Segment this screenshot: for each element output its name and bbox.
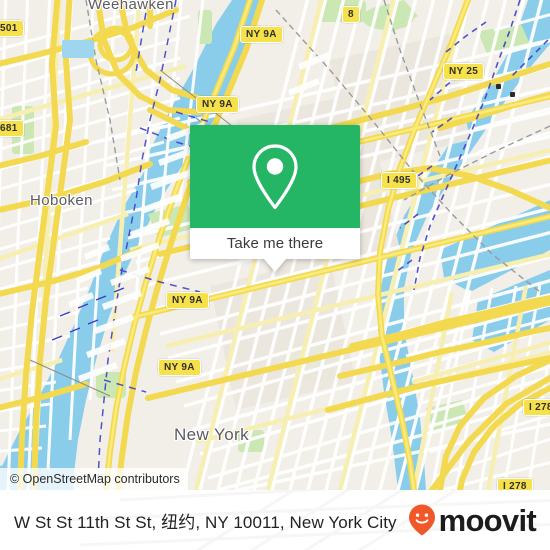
place-label-hoboken: Hoboken — [30, 192, 93, 209]
route-shield-ny-8: 8 — [342, 6, 360, 23]
route-shield-ny-9a-1: NY 9A — [240, 26, 283, 43]
map-pin-icon — [252, 143, 298, 209]
osm-attribution-text: © OpenStreetMap contributors — [10, 472, 180, 486]
popup-image-area — [190, 125, 360, 228]
location-popup[interactable]: Take me there — [190, 125, 360, 272]
route-shield-nj-501: 501 — [0, 20, 24, 37]
route-shield-i-278-1: I 278 — [523, 399, 550, 416]
place-label-new-york: New York — [174, 425, 250, 444]
map-canvas[interactable]: Weehawken Hoboken New York 501 681 NY 9A… — [0, 0, 550, 490]
moovit-wordmark: moovit — [438, 502, 537, 538]
moovit-logo[interactable]: moovit — [406, 502, 537, 538]
route-shield-ny-9a-3: NY 9A — [166, 292, 209, 309]
footer-bar: W St St 11th St St, 纽约, NY 10011, New Yo… — [0, 490, 550, 550]
popup-tail — [264, 259, 286, 272]
moovit-pin-smiley-icon — [408, 504, 435, 536]
place-label-weehawken: Weehawken — [88, 0, 174, 13]
route-shield-ny-9a-2: NY 9A — [196, 96, 239, 113]
take-me-there-label: Take me there — [226, 235, 324, 252]
route-shield-ny-25: NY 25 — [443, 63, 485, 80]
take-me-there-button[interactable]: Take me there — [190, 228, 360, 259]
osm-attribution[interactable]: © OpenStreetMap contributors — [0, 468, 188, 490]
route-shield-i-278-2: I 278 — [497, 478, 533, 490]
route-shield-nj-681: 681 — [0, 120, 24, 137]
address-text: W St St 11th St St, 纽约, NY 10011, New Yo… — [14, 512, 397, 532]
route-shield-i-495: I 495 — [381, 172, 417, 189]
map-share-card: Weehawken Hoboken New York 501 681 NY 9A… — [0, 0, 550, 550]
route-shield-ny-9a-4: NY 9A — [158, 359, 201, 376]
